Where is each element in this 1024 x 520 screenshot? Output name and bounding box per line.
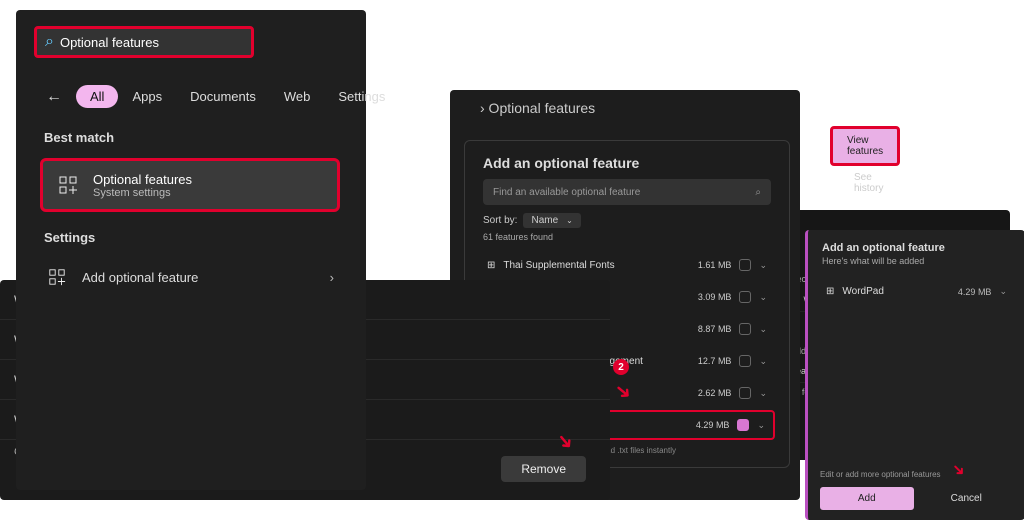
- add-button[interactable]: Add: [820, 487, 914, 510]
- search-icon: ⌕: [755, 187, 761, 198]
- feature-search-input[interactable]: Find an available optional feature ⌕: [483, 179, 771, 205]
- chevron-down-icon: ⌄: [759, 260, 767, 271]
- search-box[interactable]: ⌕: [34, 26, 254, 58]
- chevron-down-icon: ⌄: [566, 216, 573, 225]
- feature-checkbox[interactable]: [739, 259, 751, 271]
- feature-checkbox[interactable]: [739, 323, 751, 335]
- settings-item-label: Add optional feature: [82, 270, 198, 285]
- back-button[interactable]: ←: [46, 88, 62, 106]
- remove-button[interactable]: Remove: [501, 456, 586, 482]
- sort-label: Sort by:: [483, 215, 517, 226]
- search-tab-documents[interactable]: Documents: [176, 85, 270, 108]
- confirm-title: Add an optional feature: [808, 230, 1024, 256]
- view-features-button[interactable]: View features: [830, 126, 900, 166]
- app-icon: ⊞: [826, 286, 834, 297]
- feature-checkbox[interactable]: [739, 387, 751, 399]
- feature-size: 12.7 MB: [698, 356, 732, 366]
- chevron-right-icon: ›: [330, 270, 334, 285]
- feature-name: Thai Supplemental Fonts: [503, 260, 614, 271]
- chevron-down-icon: ⌄: [759, 324, 767, 335]
- best-match-label: Best match: [44, 130, 114, 145]
- chevron-down-icon: ⌄: [759, 356, 767, 367]
- search-tabs: ← AllAppsDocumentsWebSettings: [46, 88, 399, 106]
- feature-count: 61 features found: [483, 232, 771, 242]
- feature-size: 2.62 MB: [698, 388, 732, 398]
- settings-item[interactable]: Add optional feature ›: [44, 264, 334, 290]
- breadcrumb: › Optional features: [480, 100, 595, 116]
- chevron-down-icon: ⌄: [759, 292, 767, 303]
- confirm-note: Edit or add more optional features: [820, 470, 1013, 479]
- chevron-down-icon: ⌄: [759, 388, 767, 399]
- result-subtitle: System settings: [93, 187, 192, 199]
- dialog-title: Add an optional feature: [465, 141, 789, 179]
- settings-section-label: Settings: [44, 230, 95, 245]
- confirm-item[interactable]: ⊞ WordPad 4.29 MB ⌄: [820, 280, 1013, 303]
- search-icon: ⌕: [45, 33, 54, 51]
- features-icon: [44, 264, 70, 290]
- result-title: Optional features: [93, 172, 192, 187]
- cancel-button[interactable]: Cancel: [920, 487, 1014, 510]
- confirm-subtitle: Here's what will be added: [808, 256, 1024, 276]
- search-input[interactable]: [60, 35, 243, 50]
- search-tab-settings[interactable]: Settings: [324, 85, 399, 108]
- feature-checkbox[interactable]: [739, 355, 751, 367]
- available-feature-row[interactable]: ⊞ Thai Supplemental Fonts 1.61 MB ⌄: [479, 250, 775, 280]
- chevron-down-icon: ⌄: [757, 420, 765, 431]
- search-tab-web[interactable]: Web: [270, 85, 325, 108]
- feature-size: 3.09 MB: [698, 292, 732, 302]
- feature-size: 1.61 MB: [698, 260, 732, 270]
- feature-size: 4.29 MB: [696, 420, 730, 430]
- sort-row: Sort by: Name⌄: [483, 213, 771, 228]
- feature-size: 8.87 MB: [698, 324, 732, 334]
- feature-checkbox[interactable]: [739, 291, 751, 303]
- start-search-panel: ⌕ ← AllAppsDocumentsWeb Settings Best mat…: [16, 10, 366, 490]
- search-tab-all[interactable]: All: [76, 85, 118, 108]
- search-placeholder: Find an available optional feature: [493, 187, 640, 198]
- best-match-result[interactable]: Optional features System settings: [40, 158, 340, 212]
- see-history-button[interactable]: See history: [840, 166, 897, 200]
- sort-dropdown[interactable]: Name⌄: [523, 213, 580, 228]
- chevron-down-icon: ⌄: [999, 286, 1007, 297]
- step-badge: 2: [613, 359, 629, 375]
- search-tab-apps[interactable]: Apps: [118, 85, 176, 108]
- confirm-add-panel: Add an optional feature Here's what will…: [805, 230, 1024, 520]
- feature-checkbox[interactable]: [737, 419, 749, 431]
- confirm-item-size: 4.29 MB: [958, 287, 992, 297]
- confirm-item-name: WordPad: [842, 286, 884, 297]
- features-icon: [55, 172, 81, 198]
- feature-icon: ⊞: [487, 260, 495, 271]
